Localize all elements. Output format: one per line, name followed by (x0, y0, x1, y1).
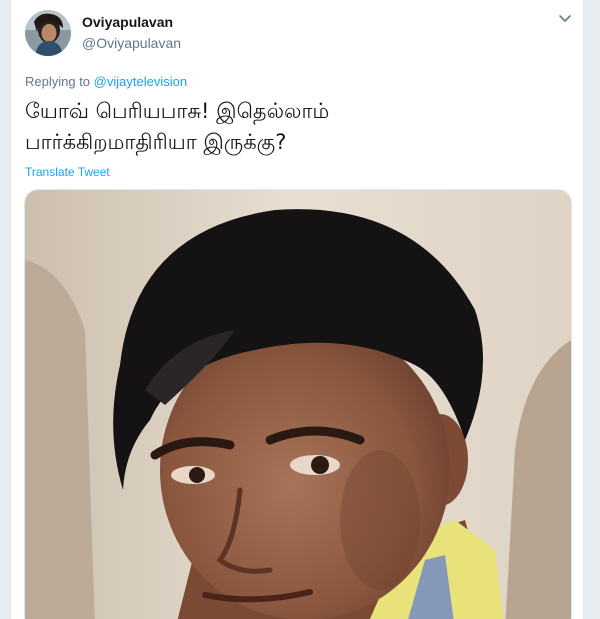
replying-to-link[interactable]: @vijaytelevision (94, 74, 187, 89)
chevron-down-icon[interactable] (557, 10, 573, 26)
replying-to: Replying to @vijaytelevision (25, 74, 187, 89)
tweet-card: Oviyapulavan @Oviyapulavan Replying to @… (10, 0, 584, 619)
meme-photo[interactable] (24, 189, 572, 619)
translate-tweet-link[interactable]: Translate Tweet (25, 165, 110, 179)
author-handle[interactable]: @Oviyapulavan (82, 35, 181, 51)
author-name[interactable]: Oviyapulavan (82, 14, 173, 30)
tweet-text: யோவ் பெரியபாசு! இதெல்லாம் பார்க்கிறமாதிர… (25, 99, 330, 154)
replying-prefix: Replying to (25, 74, 91, 89)
avatar[interactable] (25, 10, 71, 56)
